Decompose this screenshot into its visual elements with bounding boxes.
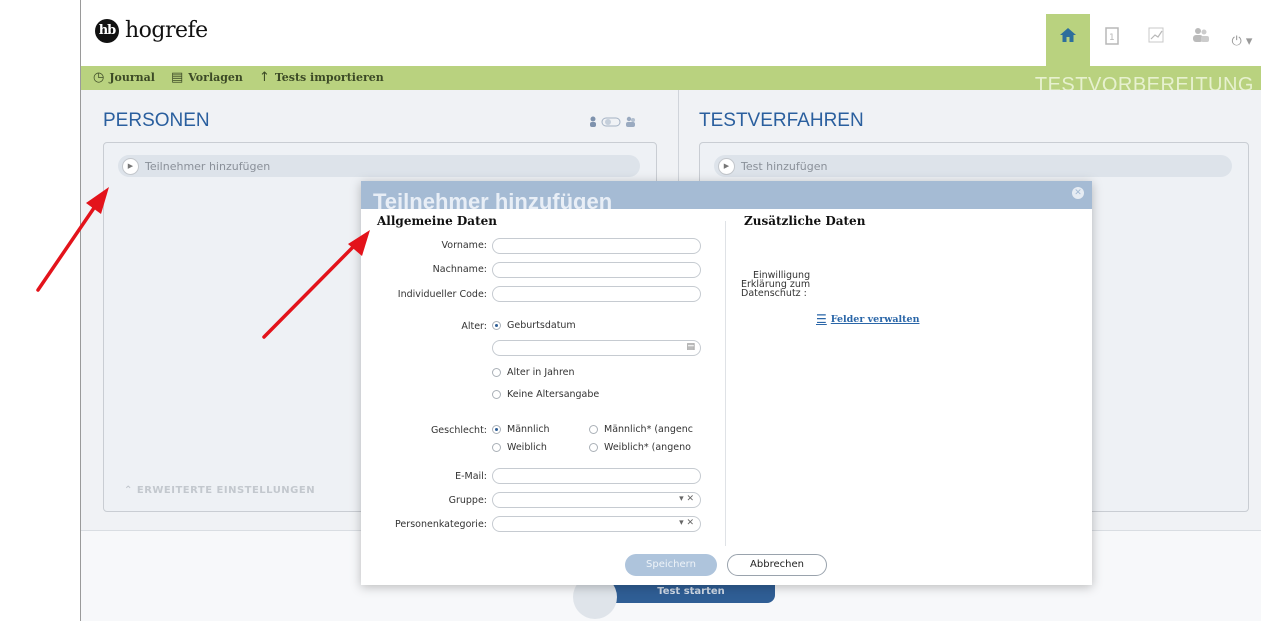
annotation-arrow <box>262 230 370 339</box>
annotation-arrows <box>36 187 370 339</box>
annotation-arrow <box>36 187 109 292</box>
